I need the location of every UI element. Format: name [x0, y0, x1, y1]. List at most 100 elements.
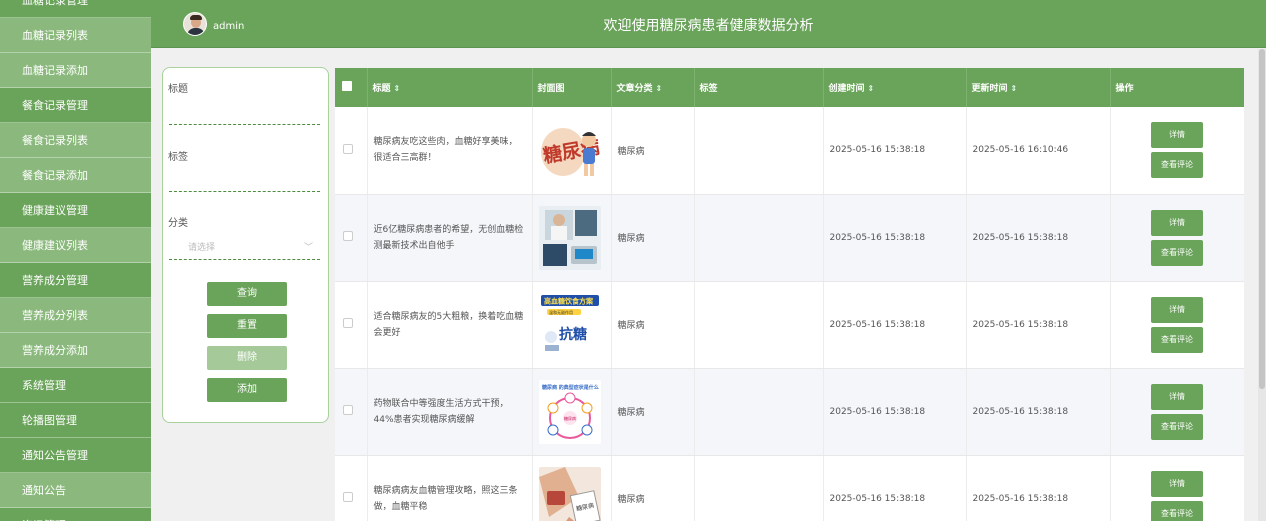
row-title: 适合糖尿病友的5大粗粮，换着吃血糖会更好: [367, 281, 533, 369]
row-category: 糖尿病: [611, 107, 695, 195]
tag-label: 标签: [168, 152, 188, 163]
sidebar-item-system[interactable]: 系统管理: [0, 368, 151, 403]
cover-image: 糖尿病 的典型症状是什么 糖尿病: [532, 368, 612, 456]
sidebar-item-glucose-add[interactable]: 血糖记录添加: [0, 53, 151, 88]
row-tags: [694, 281, 824, 369]
row-tags: [694, 194, 824, 282]
sidebar-item-notice[interactable]: 通知公告: [0, 473, 151, 508]
title-input[interactable]: [169, 124, 320, 125]
sidebar-item-meal-list[interactable]: 餐食记录列表: [0, 123, 151, 158]
page-scrollbar[interactable]: [1258, 49, 1266, 521]
detail-button[interactable]: 详情: [1151, 296, 1203, 323]
view-comments-button[interactable]: 查看评论: [1151, 239, 1203, 266]
sidebar-item-nutrition-list[interactable]: 营养成分列表: [0, 298, 151, 333]
cover-device-photo: [538, 205, 601, 270]
sort-icon[interactable]: ⇕: [1011, 84, 1018, 93]
sidebar-item-advice-mgmt[interactable]: 健康建议管理: [0, 193, 151, 228]
reset-button[interactable]: 重置: [207, 314, 287, 338]
row-updated: 2025-05-16 15:38:18: [966, 368, 1111, 456]
category-placeholder: 请选择: [188, 243, 216, 253]
cover-anti-sugar-poster: 高血糖饮食方案 温和无副作用 抗糖: [538, 292, 601, 357]
category-select[interactable]: 请选择 ﹀: [188, 240, 313, 253]
row-tags: [694, 368, 824, 456]
sidebar-item-glucose-mgmt[interactable]: 血糖记录管理: [0, 0, 151, 18]
sidebar-item-glucose-list[interactable]: 血糖记录列表: [0, 18, 151, 53]
table-row: 糖尿病病友血糖管理攻略，照这三条做，血糖平稳 糖尿病 糖尿病 2025-05-1…: [335, 455, 1244, 521]
add-button[interactable]: 添加: [207, 378, 287, 402]
row-category: 糖尿病: [611, 281, 695, 369]
view-comments-button[interactable]: 查看评论: [1151, 152, 1203, 179]
sidebar-item-meal-add[interactable]: 餐食记录添加: [0, 158, 151, 193]
sidebar-item-meal-mgmt[interactable]: 餐食记录管理: [0, 88, 151, 123]
detail-button[interactable]: 详情: [1151, 122, 1203, 149]
sidebar-item-carousel[interactable]: 轮播图管理: [0, 403, 151, 438]
detail-button[interactable]: 详情: [1151, 209, 1203, 236]
query-button[interactable]: 查询: [207, 282, 287, 306]
select-all-checkbox[interactable]: [342, 81, 352, 91]
table-row: 药物联合中等强度生活方式干预，44%患者实现糖尿病缓解 糖尿病 的典型症状是什么…: [335, 368, 1244, 456]
sidebar-item-nutrition-add[interactable]: 营养成分添加: [0, 333, 151, 368]
cover-symptom-diagram: 糖尿病 的典型症状是什么 糖尿病: [538, 379, 601, 444]
detail-button[interactable]: 详情: [1151, 470, 1203, 497]
table-row: 糖尿病友吃这些肉，血糖好享美味，很适合三高群！ 糖尿病 糖尿病 2025-05-…: [335, 107, 1244, 195]
delete-button[interactable]: 删除: [207, 346, 287, 370]
col-title[interactable]: 标题 ⇕: [367, 68, 533, 107]
row-checkbox[interactable]: [343, 318, 353, 328]
table-row: 近6亿糖尿病患者的希望，无创血糖检测最新技术出自他手 糖尿病 2025-05-1…: [335, 194, 1244, 282]
row-checkbox[interactable]: [343, 405, 353, 415]
detail-button[interactable]: 详情: [1151, 383, 1203, 410]
svg-text:温和无副作用: 温和无副作用: [549, 309, 573, 315]
col-updated[interactable]: 更新时间 ⇕: [966, 68, 1111, 107]
row-checkbox[interactable]: [343, 143, 353, 154]
row-title: 近6亿糖尿病患者的希望，无创血糖检测最新技术出自他手: [367, 194, 533, 282]
sidebar-item-notice-mgmt[interactable]: 通知公告管理: [0, 438, 151, 473]
row-category: 糖尿病: [611, 194, 695, 282]
view-comments-button[interactable]: 查看评论: [1151, 413, 1203, 440]
tag-input[interactable]: [169, 191, 320, 192]
svg-text:抗糖: 抗糖: [559, 326, 587, 343]
sort-icon[interactable]: ⇕: [656, 84, 663, 93]
row-tags: [694, 107, 824, 195]
title-label: 标题: [168, 84, 188, 95]
svg-text:糖尿病: 糖尿病: [564, 415, 576, 421]
category-underline: [169, 259, 320, 260]
row-updated: 2025-05-16 15:38:18: [966, 194, 1111, 282]
row-updated: 2025-05-16 15:38:18: [966, 455, 1111, 521]
row-checkbox[interactable]: [343, 492, 353, 502]
row-checkbox[interactable]: [343, 231, 353, 241]
sidebar-item-nutrition-mgmt[interactable]: 营养成分管理: [0, 263, 151, 298]
sort-icon[interactable]: ⇕: [394, 84, 401, 93]
sidebar-item-news-mgmt[interactable]: 资讯管理: [0, 508, 151, 521]
row-updated: 2025-05-16 15:38:18: [966, 281, 1111, 369]
cover-hands-photo: 糖尿病: [538, 466, 601, 521]
row-title: 糖尿病友吃这些肉，血糖好享美味，很适合三高群！: [367, 107, 533, 195]
article-table: 标题 ⇕ 封面图 文章分类 ⇕ 标签 创建时间 ⇕ 更新时间 ⇕ 操作 糖尿病友吃这些肉…: [335, 68, 1244, 521]
table-row: 适合糖尿病友的5大粗粮，换着吃血糖会更好 高血糖饮食方案 温和无副作用 抗糖 糖…: [335, 281, 1244, 369]
row-created: 2025-05-16 15:38:18: [823, 194, 967, 282]
chevron-down-icon: ﹀: [303, 243, 313, 253]
row-created: 2025-05-16 15:38:18: [823, 107, 967, 195]
view-comments-button[interactable]: 查看评论: [1151, 326, 1203, 353]
row-created: 2025-05-16 15:38:18: [823, 281, 967, 369]
svg-text:高血糖饮食方案: 高血糖饮食方案: [544, 296, 594, 305]
cover-image: 糖尿病: [532, 455, 612, 521]
sidebar: 血糖记录管理 血糖记录列表 血糖记录添加 餐食记录管理 餐食记录列表 餐食记录添…: [0, 0, 151, 521]
svg-text:糖尿病 的典型症状是什么: 糖尿病 的典型症状是什么: [541, 384, 599, 391]
cover-image: 高血糖饮食方案 温和无副作用 抗糖: [532, 281, 612, 369]
page-title: 欢迎使用糖尿病患者健康数据分析: [603, 18, 814, 34]
cover-cartoon-diabetes: 糖尿病: [538, 118, 601, 183]
col-actions: 操作: [1110, 68, 1244, 107]
sidebar-item-advice-list[interactable]: 健康建议列表: [0, 228, 151, 263]
row-updated: 2025-05-16 16:10:46: [966, 107, 1111, 195]
filter-panel: 标题 标签 分类 请选择 ﹀ 查询 重置 删除 添加: [162, 67, 329, 423]
category-label: 分类: [168, 218, 188, 229]
view-comments-button[interactable]: 查看评论: [1151, 500, 1203, 521]
col-category[interactable]: 文章分类 ⇕: [611, 68, 695, 107]
row-category: 糖尿病: [611, 455, 695, 521]
scrollbar-thumb[interactable]: [1259, 49, 1265, 389]
row-created: 2025-05-16 15:38:18: [823, 455, 967, 521]
row-tags: [694, 455, 824, 521]
row-title: 药物联合中等强度生活方式干预，44%患者实现糖尿病缓解: [367, 368, 533, 456]
sort-icon[interactable]: ⇕: [868, 84, 875, 93]
col-created[interactable]: 创建时间 ⇕: [823, 68, 967, 107]
